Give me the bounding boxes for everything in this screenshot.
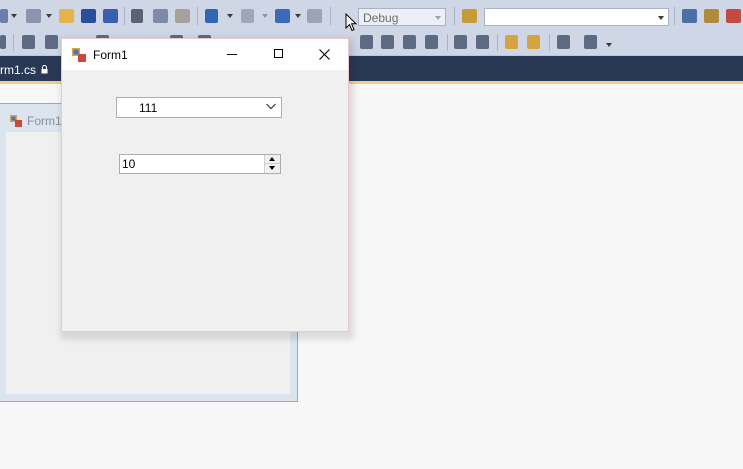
form-icon [10,115,22,127]
chevron-down-icon[interactable] [227,14,233,18]
toolbar-separator [447,34,448,51]
chevron-down-icon [435,16,441,20]
bring-to-front-icon[interactable] [505,35,518,49]
add-item-icon[interactable] [26,9,41,23]
arrow-down-icon [269,166,275,170]
document-tab-label[interactable]: rm1.cs [0,63,36,77]
toolbar-separator [13,34,14,51]
chevron-down-icon[interactable] [266,103,276,110]
chevron-down-icon[interactable] [606,43,612,47]
lock-controls-icon[interactable] [584,35,597,49]
spin-down-button[interactable] [265,164,280,173]
form1-window[interactable]: Form1 111 10 [61,38,349,332]
start-icon[interactable] [307,9,322,23]
toolbar-separator [674,7,675,25]
designer-form-title: Form1 [27,114,62,128]
spin-up-button[interactable] [265,155,280,164]
numeric-updown[interactable]: 10 [119,154,281,174]
new-project-icon[interactable] [0,9,8,23]
toolbar-separator [454,7,455,25]
align-to-grid-icon[interactable] [0,35,6,49]
cut-icon[interactable] [131,9,143,23]
solution-configuration-value: Debug [363,11,399,25]
horizontal-spacing-icon[interactable] [360,35,373,49]
form-icon [72,48,86,62]
align-lefts-icon[interactable] [22,35,35,49]
toolbar-separator [197,7,198,25]
remove-horizontal-spacing-icon[interactable] [425,35,438,49]
minimize-button[interactable] [210,39,256,70]
decrease-horizontal-spacing-icon[interactable] [403,35,416,49]
spin-buttons [264,155,280,173]
chevron-down-icon[interactable] [262,14,268,18]
open-file-icon[interactable] [59,9,74,23]
window-title: Form1 [93,48,128,62]
window-titlebar[interactable]: Form1 [62,39,348,70]
combo-box-value: 111 [139,101,158,115]
toolbar-separator [497,34,498,51]
toolbar-separator [330,7,331,25]
center-horizontally-icon[interactable] [454,35,467,49]
chevron-down-icon[interactable] [295,14,301,18]
save-icon[interactable] [81,9,96,23]
copy-icon[interactable] [153,9,168,23]
tab-order-icon[interactable] [557,35,570,49]
chevron-down-icon [658,16,664,20]
undo-icon[interactable] [205,9,218,23]
mouse-cursor-icon [345,13,357,32]
align-centers-icon[interactable] [45,35,58,49]
minimize-icon [227,54,237,55]
combo-box[interactable]: 111 [116,97,282,118]
toolbox-icon[interactable] [726,9,741,23]
save-all-icon[interactable] [103,9,118,23]
close-icon [319,49,330,60]
arrow-up-icon [269,157,275,161]
navigate-icon[interactable] [275,9,290,23]
center-vertically-icon[interactable] [476,35,489,49]
numeric-updown-value[interactable]: 10 [122,157,135,171]
solution-explorer-icon[interactable] [682,9,697,23]
maximize-button[interactable] [256,39,302,70]
standard-toolbar: Debug [0,0,743,31]
maximize-icon [274,49,283,58]
toolbar-separator [549,34,550,51]
chevron-down-icon[interactable] [46,14,52,18]
properties-icon[interactable] [704,9,719,23]
redo-icon[interactable] [241,9,254,23]
lock-icon [41,65,48,74]
solution-configuration-combo[interactable]: Debug [358,8,446,26]
find-in-files-icon[interactable] [462,9,477,23]
close-button[interactable] [302,39,348,70]
find-combo[interactable] [484,8,669,26]
chevron-down-icon[interactable] [11,14,17,18]
paste-icon[interactable] [175,9,190,23]
toolbar-separator [124,7,125,25]
increase-horizontal-spacing-icon[interactable] [381,35,394,49]
send-to-back-icon[interactable] [527,35,540,49]
